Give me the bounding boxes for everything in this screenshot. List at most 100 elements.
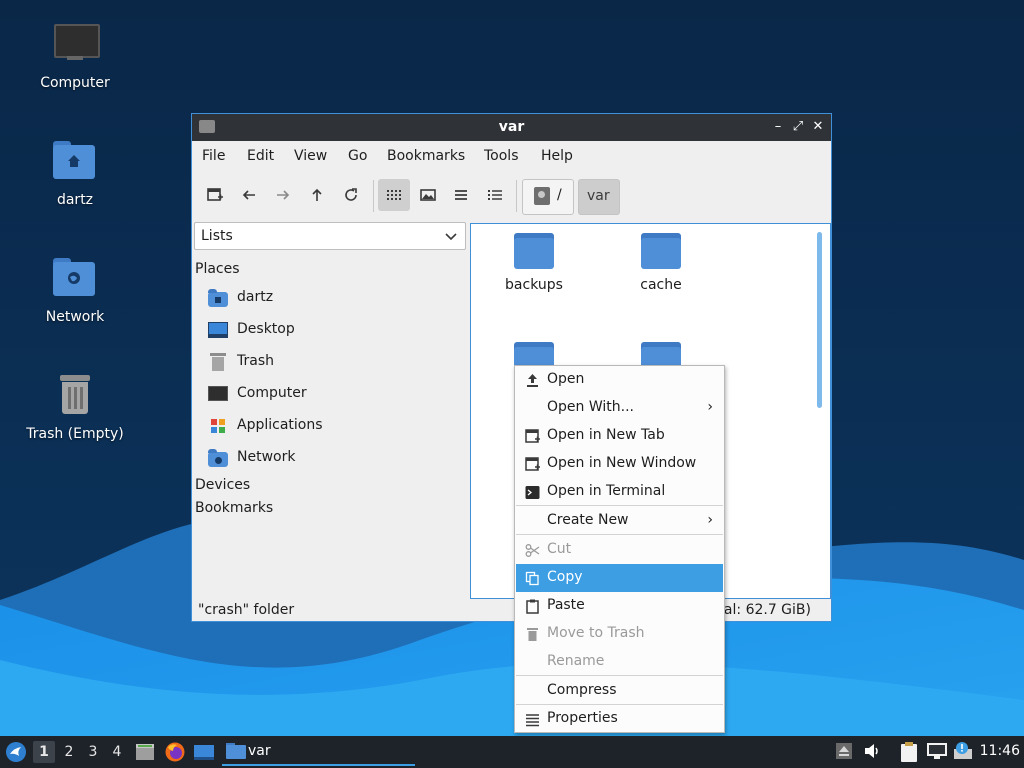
open-icon <box>527 374 538 387</box>
desktop-icon <box>208 321 228 339</box>
sidebar-item-applications[interactable]: Applications <box>208 414 458 440</box>
file-manager-launcher[interactable] <box>134 741 156 763</box>
sidebar-item-network[interactable]: Network <box>208 446 458 472</box>
vertical-scrollbar[interactable] <box>817 232 822 408</box>
show-desktop-button[interactable] <box>193 741 215 763</box>
status-selection: "crash" folder <box>198 602 295 618</box>
maximize-button[interactable]: ⤢ <box>789 118 807 136</box>
context-menu-compress[interactable]: Compress <box>516 677 723 705</box>
sidebar-item-label: dartz <box>237 289 274 305</box>
workspace-1[interactable]: 1 <box>33 741 55 763</box>
context-menu: Open Open With... › Open in New Tab Open… <box>514 365 725 733</box>
side-pane-mode-value: Lists <box>201 228 233 244</box>
sidebar-item-home[interactable]: dartz <box>208 286 458 312</box>
workspace-4[interactable]: 4 <box>106 741 128 763</box>
context-menu-rename[interactable]: Rename <box>516 648 723 676</box>
clock[interactable]: 11:46 <box>980 743 1020 759</box>
menu-file[interactable]: File <box>202 148 225 164</box>
sidebar-item-label: Network <box>237 449 296 465</box>
menu-separator <box>516 534 723 535</box>
context-menu-label: Properties <box>547 710 618 726</box>
menu-tools[interactable]: Tools <box>484 148 519 164</box>
context-menu-cut[interactable]: Cut <box>516 536 723 564</box>
scissors-icon <box>525 544 540 557</box>
desktop-icon <box>194 745 214 760</box>
file-name: backups <box>505 277 563 293</box>
thumbnail-view-button[interactable] <box>412 179 444 211</box>
app-menu-button[interactable] <box>5 741 27 763</box>
sidebar-item-computer[interactable]: Computer <box>208 382 458 408</box>
menu-edit[interactable]: Edit <box>247 148 274 164</box>
desktop-icon-label: Trash (Empty) <box>26 426 124 442</box>
menu-bookmarks[interactable]: Bookmarks <box>387 148 465 164</box>
back-button[interactable] <box>233 179 265 211</box>
sidebar-item-trash[interactable]: Trash <box>208 350 458 376</box>
desktop-icon-computer[interactable]: Computer <box>20 22 130 92</box>
back-icon <box>242 190 255 200</box>
menu-view[interactable]: View <box>294 148 327 164</box>
context-menu-open[interactable]: Open <box>516 366 723 394</box>
context-menu-open-new-tab[interactable]: Open in New Tab <box>516 422 723 450</box>
trash-icon <box>208 353 228 371</box>
icon-view-button[interactable] <box>378 179 410 211</box>
context-menu-properties[interactable]: Properties <box>516 705 723 733</box>
trash-icon <box>51 373 99 421</box>
tray-volume-button[interactable] <box>862 741 884 763</box>
places-heading: Places <box>195 261 240 277</box>
sidebar-item-desktop[interactable]: Desktop <box>208 318 458 344</box>
window-title: var <box>498 119 525 135</box>
up-button[interactable] <box>301 179 333 211</box>
context-menu-move-to-trash[interactable]: Move to Trash <box>516 620 723 648</box>
path-current-button[interactable]: var <box>578 179 620 215</box>
context-menu-open-terminal[interactable]: Open in Terminal <box>516 478 723 506</box>
desktop-icon-home[interactable]: dartz <box>20 139 130 209</box>
tray-clipboard-button[interactable] <box>899 741 921 763</box>
bookmarks-heading: Bookmarks <box>195 500 274 516</box>
path-root-button[interactable]: / <box>522 179 574 215</box>
minimize-button[interactable]: – <box>769 118 787 136</box>
menu-help[interactable]: Help <box>541 148 573 164</box>
taskbar-window-var[interactable]: var <box>222 738 415 766</box>
path-current-label: var <box>587 188 610 204</box>
file-manager-window: var – ⤢ ✕ File Edit View Go Bookmarks To… <box>191 113 832 622</box>
close-button[interactable]: ✕ <box>809 118 827 136</box>
desktop-icon-trash[interactable]: Trash (Empty) <box>20 373 130 443</box>
firefox-launcher[interactable] <box>164 741 186 763</box>
toolbar-separator <box>373 180 374 212</box>
update-notification-icon <box>954 742 972 759</box>
paste-icon <box>526 599 539 614</box>
window-titlebar[interactable]: var – ⤢ ✕ <box>192 114 831 141</box>
side-pane-mode-select[interactable]: Lists <box>194 222 466 250</box>
new-window-icon <box>525 457 540 471</box>
context-menu-copy[interactable]: Copy <box>516 564 723 592</box>
workspace-2[interactable]: 2 <box>58 741 80 763</box>
tray-updates-button[interactable] <box>953 741 975 763</box>
reload-button[interactable] <box>335 179 367 211</box>
list-view-button[interactable] <box>479 179 511 211</box>
sidebar-item-label: Applications <box>237 417 323 433</box>
forward-button[interactable] <box>267 179 299 211</box>
context-menu-label: Create New <box>547 512 629 528</box>
volume-icon <box>865 744 878 758</box>
context-menu-paste[interactable]: Paste <box>516 592 723 620</box>
new-tab-button[interactable] <box>199 179 231 211</box>
workspace-3[interactable]: 3 <box>82 741 104 763</box>
tray-eject-button[interactable] <box>834 741 856 763</box>
menu-go[interactable]: Go <box>348 148 367 164</box>
taskbar: 1 2 3 4 var 11:46 <box>0 736 1024 768</box>
home-folder-icon <box>51 139 99 187</box>
context-menu-label: Open <box>547 371 585 387</box>
drive-icon <box>534 187 550 205</box>
context-menu-label: Open With... <box>547 399 634 415</box>
detailed-list-button[interactable] <box>445 179 477 211</box>
desktop-icon-network[interactable]: Network <box>20 256 130 326</box>
context-menu-open-with[interactable]: Open With... › <box>516 394 723 422</box>
context-menu-open-new-window[interactable]: Open in New Window <box>516 450 723 478</box>
toolbar <box>192 174 831 218</box>
terminal-icon <box>525 486 540 499</box>
new-tab-icon <box>207 188 223 201</box>
file-item-cache[interactable]: cache <box>606 233 716 293</box>
file-item-backups[interactable]: backups <box>479 233 589 293</box>
context-menu-create-new[interactable]: Create New › <box>516 507 723 535</box>
tray-network-button[interactable] <box>926 741 948 763</box>
